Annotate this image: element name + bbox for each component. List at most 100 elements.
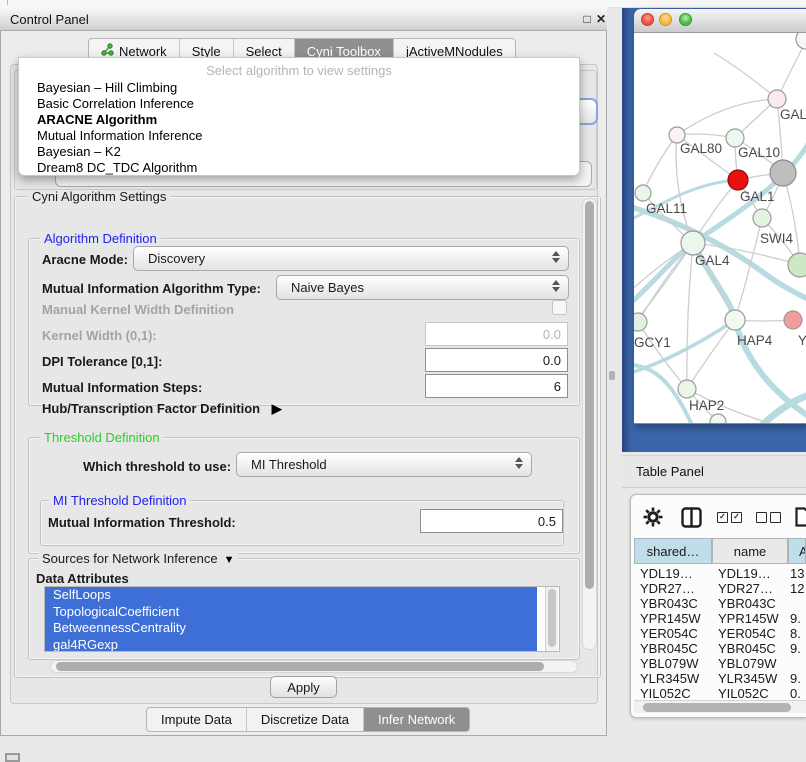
column-header-partial[interactable]: A	[788, 538, 806, 564]
tab-discretize-data[interactable]: Discretize Data	[247, 708, 364, 731]
table-cell[interactable]: 9.	[790, 611, 806, 626]
mi-steps-field[interactable]: 6	[425, 374, 568, 398]
close-panel-icon[interactable]: ✕	[594, 12, 608, 26]
mi-threshold-value: 0.5	[538, 514, 556, 529]
settings-vertical-scrollbar[interactable]	[582, 198, 597, 650]
network-node-swi4[interactable]	[753, 209, 771, 227]
table-cell[interactable]: YBR045C	[718, 641, 786, 656]
table-cell[interactable]: YIL052C	[718, 686, 786, 701]
split-pane-handle[interactable]	[609, 371, 615, 380]
table-cell[interactable]: YLR345W	[718, 671, 786, 686]
dpi-tolerance-field[interactable]: 0.0	[425, 348, 568, 372]
table-cell[interactable]: 9.	[790, 671, 806, 686]
network-node-label: HAP4	[737, 333, 773, 348]
table-cell[interactable]: YLR345W	[640, 671, 710, 686]
show-column-panel-button[interactable]	[681, 505, 702, 529]
unchecked-box-icon	[770, 512, 781, 523]
column-header-shared-name[interactable]: shared…	[634, 538, 712, 564]
dpi-tolerance-label: DPI Tolerance [0,1]:	[42, 354, 162, 369]
minimize-window-button[interactable]	[659, 13, 672, 26]
network-node-label: GCY1	[634, 335, 671, 350]
mi-algorithm-type-combo[interactable]: Naive Bayes	[276, 275, 569, 300]
table-cell[interactable]: 8.	[790, 626, 806, 641]
column-header-name[interactable]: name	[712, 538, 788, 564]
table-cell[interactable]: YER054C	[718, 626, 786, 641]
table-cell[interactable]: 13	[790, 566, 806, 581]
partial-icon	[5, 753, 20, 762]
sources-toggle[interactable]: Sources for Network Inference▼	[38, 551, 238, 566]
tab-infer-network[interactable]: Infer Network	[364, 708, 469, 731]
table-cell[interactable]: YPR145W	[640, 611, 710, 626]
dropdown-item-aracne[interactable]: ARACNE Algorithm	[21, 112, 592, 128]
table-cell[interactable]: YIL052C	[640, 686, 710, 701]
network-node-hap2[interactable]	[678, 380, 696, 398]
kernel-width-field: 0.0	[425, 322, 568, 346]
zoom-window-button[interactable]	[679, 13, 692, 26]
network-node-unlabeled-top[interactable]	[796, 33, 806, 49]
network-node-gcy1[interactable]	[634, 313, 647, 331]
network-node-gal11[interactable]	[635, 185, 651, 201]
table-cell[interactable]: YBL079W	[718, 656, 786, 671]
dropdown-item-bayesian-hill[interactable]: Bayesian – Hill Climbing	[21, 80, 592, 96]
dropdown-item-mutual-info[interactable]: Mutual Information Inference	[21, 128, 592, 144]
table-horizontal-scrollbar[interactable]	[634, 700, 806, 713]
network-canvas[interactable]: GAL GAL80 GAL10 GAL1 GAL11 SWI4 GAL4 GCY…	[634, 33, 806, 423]
network-node-gray[interactable]	[770, 160, 796, 186]
network-node-gal1-selected[interactable]	[728, 170, 748, 190]
list-item-topologicalcoefficient[interactable]: TopologicalCoefficient	[45, 604, 537, 621]
network-node-label: GAL	[780, 107, 806, 122]
dropdown-item-bayesian-k2[interactable]: Bayesian – K2	[21, 144, 592, 160]
network-node-gal-partial[interactable]	[768, 90, 786, 108]
float-panel-icon[interactable]: □	[580, 12, 594, 26]
table-cell[interactable]	[790, 656, 806, 671]
aracne-mode-value: Discovery	[134, 251, 205, 266]
network-node-bottom-partial[interactable]	[710, 414, 726, 423]
attributes-list-scrollbar-thumb[interactable]	[548, 589, 556, 647]
table-cell[interactable]: YDR27…	[718, 581, 786, 596]
table-cell[interactable]: YBR043C	[718, 596, 786, 611]
table-cell[interactable]: YPR145W	[718, 611, 786, 626]
network-node-salmon[interactable]	[784, 311, 802, 329]
tab-impute-data[interactable]: Impute Data	[147, 708, 247, 731]
attributes-list-scrollbar[interactable]	[545, 587, 558, 651]
network-node-hap4[interactable]	[725, 310, 745, 330]
export-table-button[interactable]	[795, 505, 806, 529]
dropdown-item-basic-correlation[interactable]: Basic Correlation Inference	[21, 96, 592, 112]
table-cell[interactable]: YDR27…	[640, 581, 710, 596]
list-item-gal4rgexp[interactable]: gal4RGexp	[45, 637, 537, 653]
dropdown-item-dream8[interactable]: Dream8 DC_TDC Algorithm	[21, 160, 592, 176]
mi-threshold-field[interactable]: 0.5	[420, 509, 563, 533]
network-node-label: GAL11	[646, 201, 687, 216]
cyni-bottom-tabbar: Impute Data Discretize Data Infer Networ…	[146, 707, 470, 732]
table-cell[interactable]: YBL079W	[640, 656, 710, 671]
table-cell[interactable]: YBR043C	[640, 596, 710, 611]
table-cell[interactable]: YDL19…	[718, 566, 786, 581]
apply-button-label: Apply	[287, 680, 320, 695]
table-settings-button[interactable]	[643, 505, 663, 529]
table-cell[interactable]: 9.	[790, 641, 806, 656]
settings-horizontal-scrollbar[interactable]	[50, 660, 578, 673]
network-node-green-right[interactable]	[788, 253, 806, 277]
table-cell[interactable]: YDL19…	[640, 566, 710, 581]
table-cell[interactable]	[790, 596, 806, 611]
table-horizontal-scrollbar-thumb[interactable]	[643, 703, 791, 712]
unselect-all-columns-button[interactable]	[756, 505, 784, 529]
close-window-button[interactable]	[641, 13, 654, 26]
select-all-columns-button[interactable]: ✓ ✓	[717, 505, 745, 529]
top-strip-divider	[7, 0, 8, 5]
table-panel-title: Table Panel	[636, 464, 704, 479]
list-item-selfloops[interactable]: SelfLoops	[45, 587, 537, 604]
apply-button[interactable]: Apply	[270, 676, 337, 698]
network-node-gal4[interactable]	[681, 231, 705, 255]
aracne-mode-combo[interactable]: Discovery	[133, 246, 569, 271]
table-cell[interactable]: 0.	[790, 686, 806, 701]
hub-definition-toggle[interactable]: Hub/Transcription Factor Definition ▶	[42, 401, 282, 417]
table-cell[interactable]: 12	[790, 581, 806, 596]
list-item-betweennesscentrality[interactable]: BetweennessCentrality	[45, 620, 537, 637]
table-cell[interactable]: YBR045C	[640, 641, 710, 656]
network-node-label: HAP2	[689, 398, 724, 413]
which-threshold-combo[interactable]: MI Threshold	[236, 452, 532, 477]
settings-horizontal-scrollbar-thumb[interactable]	[56, 662, 544, 671]
settings-vertical-scrollbar-thumb[interactable]	[585, 201, 594, 589]
table-cell[interactable]: YER054C	[640, 626, 710, 641]
